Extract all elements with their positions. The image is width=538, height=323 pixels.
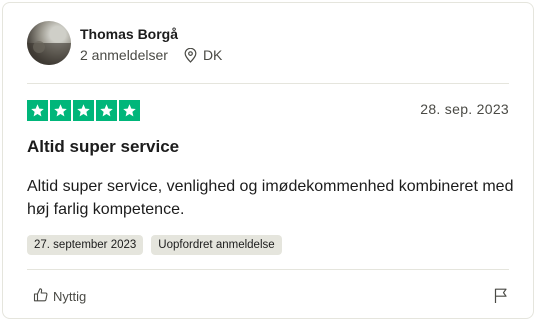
star-icon xyxy=(50,100,71,121)
flag-icon[interactable] xyxy=(493,287,509,309)
star-icon xyxy=(96,100,117,121)
avatar[interactable] xyxy=(27,21,71,65)
useful-label: Nyttig xyxy=(53,289,87,304)
reviewer-country: DK xyxy=(202,47,223,63)
experience-date-tag: 27. september 2023 xyxy=(27,235,144,255)
useful-button[interactable]: Nyttig xyxy=(33,287,86,306)
unprompted-review-tag[interactable]: Uopfordret anmeldelse xyxy=(151,235,282,255)
review-actions: Nyttig xyxy=(27,287,509,307)
review-card: Thomas Borgå 2 anmeldelser DK 28. sep. 2… xyxy=(2,2,534,319)
review-body: Altid super service, venlighed og imødek… xyxy=(27,178,514,218)
map-pin-icon xyxy=(184,47,197,63)
review-tags: 27. september 2023 Uopfordret anmeldelse xyxy=(27,235,282,255)
star-rating xyxy=(27,100,140,121)
star-icon xyxy=(119,100,140,121)
reviewer-meta: 2 anmeldelser DK xyxy=(80,47,222,63)
review-count: 2 anmeldelser xyxy=(80,47,168,63)
header-divider xyxy=(27,83,509,84)
footer-divider xyxy=(27,269,509,270)
review-title[interactable]: Altid super service xyxy=(27,137,179,157)
star-icon xyxy=(73,100,94,121)
review-date: 28. sep. 2023 xyxy=(420,101,509,117)
thumbs-up-icon xyxy=(33,287,49,306)
star-icon xyxy=(27,100,48,121)
reviewer-name[interactable]: Thomas Borgå xyxy=(80,26,178,42)
